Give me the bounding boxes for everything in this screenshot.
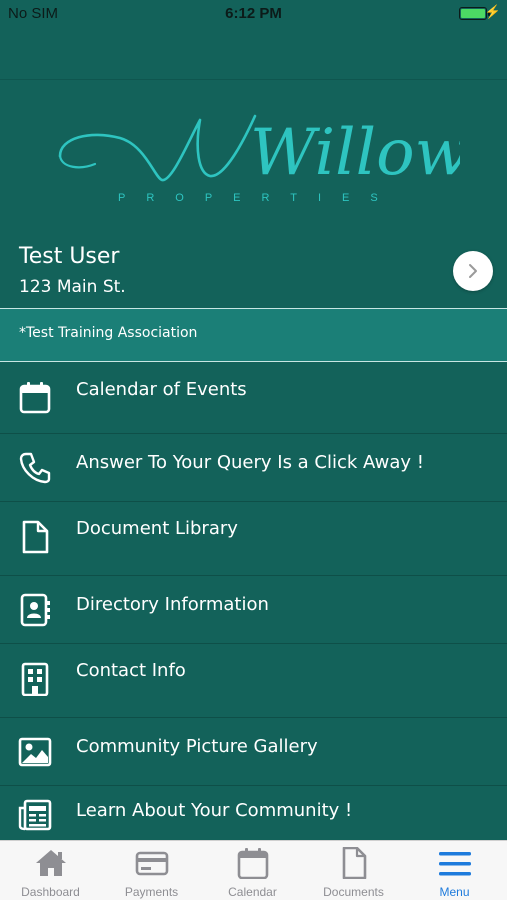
menu-item-calendar-of-events[interactable]: Calendar of Events [0,362,507,434]
association-label: *Test Training Association [19,325,198,341]
tab-label: Payments [124,885,179,899]
menu-item-community-picture-gallery[interactable]: Community Picture Gallery [0,718,507,786]
status-bar: No SIM 6:12 PM ⚡ [0,0,507,28]
building-icon [21,662,49,696]
tab-label: Documents [323,885,384,899]
menu-item-label: Community Picture Gallery [76,736,318,757]
tab-menu[interactable]: Menu [404,841,505,900]
menu-item-label: Learn About Your Community ! [76,800,353,821]
menu-item-answer-query[interactable]: Answer To Your Query Is a Click Away ! [0,434,507,502]
tab-label: Dashboard [21,885,80,899]
menu-item-label: Calendar of Events [76,379,247,400]
menu-item-label: Document Library [76,518,238,539]
menu-item-learn-about-community[interactable]: Learn About Your Community ! [0,786,507,840]
user-name: Test User [19,244,120,269]
chevron-right-icon [469,264,477,278]
tab-payments[interactable]: Payments [101,841,202,900]
document-icon [342,847,367,879]
association-selector[interactable]: *Test Training Association [0,308,507,362]
tab-bar: Dashboard Payments Calendar Documents Me… [0,840,507,900]
menu-item-label: Directory Information [76,594,269,615]
calendar-icon [19,382,51,414]
image-icon [18,737,52,767]
logo-text: Willow [250,116,460,190]
charging-icon: ⚡ [484,4,501,19]
user-address: 123 Main St. [19,277,126,297]
menu-item-document-library[interactable]: Document Library [0,502,507,576]
calendar-icon [237,848,269,879]
navigation-bar [0,28,507,80]
logo-script: Willow [58,114,460,190]
battery-icon [459,7,490,20]
tab-label: Calendar [228,885,277,899]
logo-subtitle: PROPERTIES [118,192,399,204]
tab-calendar[interactable]: Calendar [202,841,303,900]
tab-documents[interactable]: Documents [303,841,404,900]
tab-dashboard[interactable]: Dashboard [0,841,101,900]
logo: Willow PROPERTIES [0,80,507,240]
menu-icon [439,852,471,876]
profile-chevron-button[interactable] [453,251,493,291]
credit-card-icon [135,851,169,876]
menu-item-label: Contact Info [76,660,186,681]
profile-header[interactable]: Test User 123 Main St. [0,240,507,308]
newspaper-icon [18,799,52,831]
menu-item-contact-info[interactable]: Contact Info [0,644,507,718]
phone-icon [19,452,51,484]
tab-label: Menu [439,885,470,899]
menu-item-label: Answer To Your Query Is a Click Away ! [76,452,424,473]
menu-item-directory-information[interactable]: Directory Information [0,576,507,644]
document-icon [22,520,49,554]
contact-book-icon [20,593,50,627]
home-icon [36,850,66,876]
clock: 6:12 PM [225,5,282,22]
